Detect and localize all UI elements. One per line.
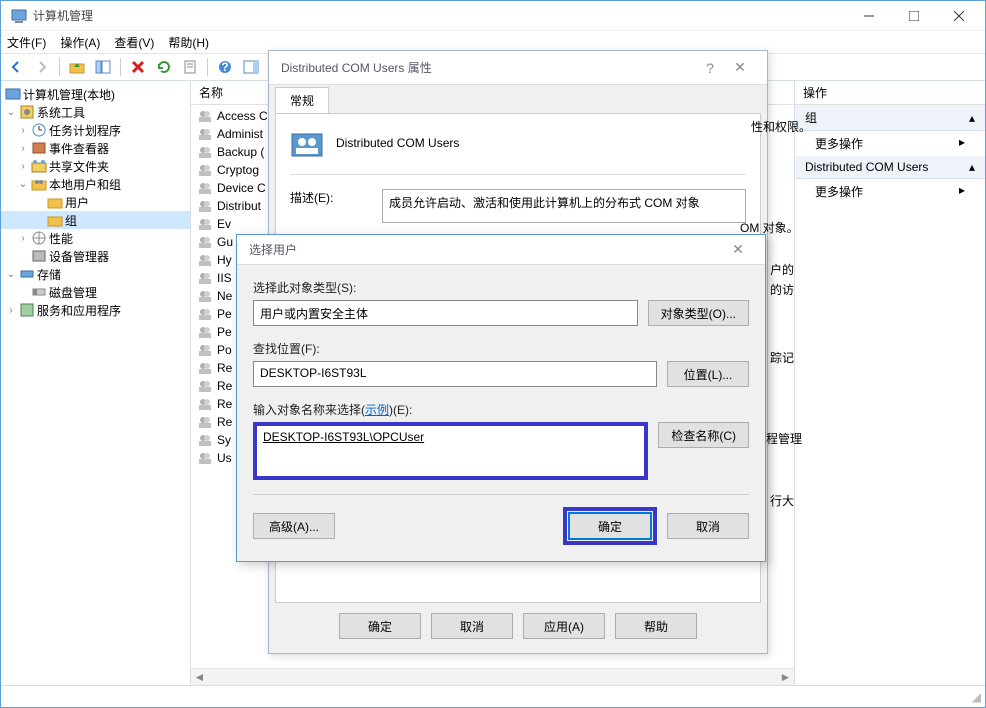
tree-groups[interactable]: 组 [1,211,190,229]
description-label: 描述(E): [290,189,370,206]
tree-root[interactable]: 计算机管理(本地) [1,85,190,103]
tree-pane[interactable]: 计算机管理(本地) ⌄系统工具 ›任务计划程序 ›事件查看器 ›共享文件夹 ⌄本… [1,81,191,685]
tab-general[interactable]: 常规 [275,87,329,113]
examples-link[interactable]: 示例 [365,403,389,417]
maximize-button[interactable] [891,2,936,30]
dialog-close-button[interactable]: ✕ [723,241,753,258]
help-button[interactable]: ? [695,60,725,76]
menu-file[interactable]: 文件(F) [7,34,46,51]
titlebar: 计算机管理 [1,1,985,31]
delete-icon[interactable] [127,56,149,78]
actions-header: 操作 [795,81,985,105]
object-names-label: 输入对象名称来选择(示例)(E): [253,401,749,418]
scroll-right-icon[interactable]: ► [777,669,794,685]
chevron-right-icon: ▸ [959,183,965,200]
action-more-1[interactable]: 更多操作▸ [795,131,985,156]
desc-fragment: 行大 [770,492,794,509]
desc-fragment: 户的 [770,261,794,278]
tree-disk-management[interactable]: 磁盘管理 [1,283,190,301]
show-hide-tree-icon[interactable] [92,56,114,78]
select-users-dialog: 选择用户 ✕ 选择此对象类型(S): 用户或内置安全主体 对象类型(O)... … [236,234,766,562]
tabs: 常规 [269,85,767,113]
cancel-button[interactable]: 取消 [667,513,749,539]
object-type-label: 选择此对象类型(S): [253,279,749,296]
location-label: 查找位置(F): [253,340,749,357]
tree-event-viewer[interactable]: ›事件查看器 [1,139,190,157]
app-icon [11,8,27,24]
scroll-left-icon[interactable]: ◄ [191,669,208,685]
tree-services-apps[interactable]: ›服务和应用程序 [1,301,190,319]
tree-systools[interactable]: ⌄系统工具 [1,103,190,121]
desc-fragment: OM 对象。 [740,219,799,236]
horizontal-scrollbar[interactable]: ◄ ► [191,668,794,685]
back-button[interactable] [5,56,27,78]
window-title: 计算机管理 [33,7,846,24]
description-field[interactable]: 成员允许启动、激活和使用此计算机上的分布式 COM 对象 [382,189,746,223]
group-icon [290,128,324,162]
dialog-close-button[interactable]: ✕ [725,59,755,76]
up-folder-icon[interactable] [66,56,88,78]
desc-fragment: 性和权限。 [751,118,811,135]
object-names-input[interactable]: DESKTOP-I6ST93L\OPCUser [253,422,648,480]
export-list-icon[interactable] [179,56,201,78]
chevron-right-icon: ▸ [959,135,965,152]
object-type-field[interactable]: 用户或内置安全主体 [253,300,638,326]
collapse-icon: ▴ [969,160,975,174]
properties-titlebar: Distributed COM Users 属性 ? ✕ [269,51,767,85]
refresh-icon[interactable] [153,56,175,78]
advanced-button[interactable]: 高级(A)... [253,513,335,539]
close-button[interactable] [936,2,981,30]
action-pane-icon[interactable] [240,56,262,78]
desc-fragment: 程管理 [766,430,802,447]
minimize-button[interactable] [846,2,891,30]
desc-fragment: 的访 [770,281,794,298]
help-button[interactable]: 帮助 [615,613,697,639]
menu-help[interactable]: 帮助(H) [168,34,209,51]
tree-local-users-groups[interactable]: ⌄本地用户和组 [1,175,190,193]
menu-view[interactable]: 查看(V) [114,34,154,51]
action-group-groups[interactable]: 组▴ [795,105,985,131]
menu-action[interactable]: 操作(A) [60,34,100,51]
cancel-button[interactable]: 取消 [431,613,513,639]
statusbar: ◢ [1,685,985,707]
location-field[interactable]: DESKTOP-I6ST93L [253,361,657,387]
tree-device-manager[interactable]: 设备管理器 [1,247,190,265]
forward-button[interactable] [31,56,53,78]
properties-title: Distributed COM Users 属性 [281,59,695,76]
tree-shared-folders[interactable]: ›共享文件夹 [1,157,190,175]
tree-performance[interactable]: ›性能 [1,229,190,247]
actions-pane: 操作 组▴ 更多操作▸ Distributed COM Users▴ 更多操作▸ [795,81,985,685]
action-group-dcom[interactable]: Distributed COM Users▴ [795,156,985,179]
ok-button[interactable]: 确定 [339,613,421,639]
select-users-titlebar: 选择用户 ✕ [237,235,765,265]
properties-button-row: 确定 取消 应用(A) 帮助 [269,603,767,653]
locations-button[interactable]: 位置(L)... [667,361,749,387]
apply-button[interactable]: 应用(A) [523,613,605,639]
object-types-button[interactable]: 对象类型(O)... [648,300,749,326]
collapse-icon: ▴ [969,111,975,125]
action-more-2[interactable]: 更多操作▸ [795,179,985,204]
resize-grip-icon[interactable]: ◢ [968,690,985,704]
desc-fragment: 踪记 [770,349,794,366]
group-name-label: Distributed COM Users [336,128,459,150]
tree-users[interactable]: 用户 [1,193,190,211]
svg-text:?: ? [221,60,228,74]
tree-task-scheduler[interactable]: ›任务计划程序 [1,121,190,139]
ok-button[interactable]: 确定 [569,513,651,539]
check-names-button[interactable]: 检查名称(C) [658,422,749,448]
help-icon[interactable]: ? [214,56,236,78]
tree-storage[interactable]: ⌄存储 [1,265,190,283]
select-users-title: 选择用户 [249,241,723,258]
